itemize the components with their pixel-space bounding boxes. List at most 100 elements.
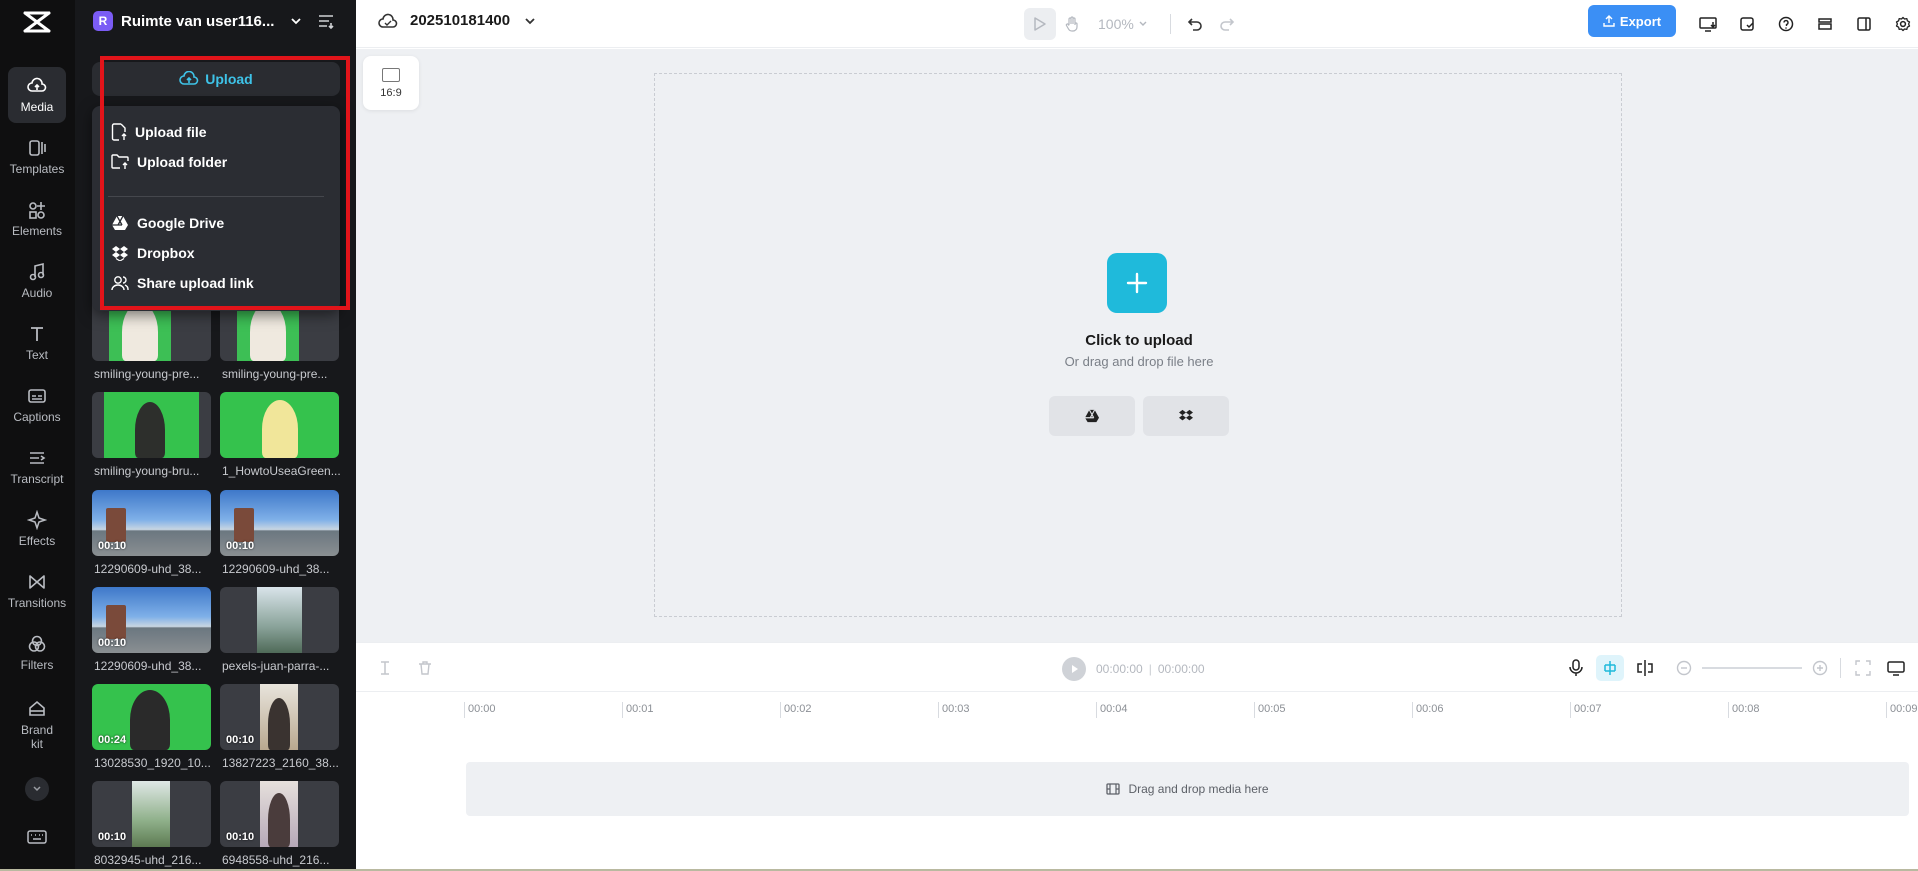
media-thumbnail (220, 587, 339, 653)
canvas-stage[interactable]: Click to upload Or drag and drop file he… (654, 73, 1622, 617)
upload-button[interactable]: Upload (92, 62, 340, 96)
rail-item-media[interactable]: Media (8, 67, 66, 123)
rail-item-effects[interactable]: Effects (8, 501, 66, 557)
media-caption: 12290609-uhd_38... (94, 562, 202, 576)
brand-check-button[interactable] (1731, 8, 1763, 40)
split-view-icon (1857, 17, 1871, 31)
media-duration: 00:10 (226, 540, 255, 552)
fit-screen-icon[interactable] (1855, 660, 1871, 676)
capcut-logo[interactable] (22, 10, 52, 34)
media-drop-track[interactable]: Drag and drop media here (466, 762, 1909, 816)
templates-icon (29, 140, 46, 156)
media-thumbnail: 00:10 (92, 781, 211, 847)
filters-icon (28, 635, 46, 652)
rail-item-captions[interactable]: Captions (8, 377, 66, 433)
rail-item-audio[interactable]: Audio (8, 253, 66, 309)
split-tool-icon[interactable] (378, 660, 392, 676)
present-button[interactable] (1692, 8, 1724, 40)
ruler-tick: 00:01 (622, 702, 654, 718)
ruler-tick: 00:03 (938, 702, 970, 718)
left-rail: Media Templates Elements Audio Text Capt… (0, 0, 75, 871)
project-title-menu[interactable]: 202510181400 (378, 12, 548, 29)
media-duration: 00:10 (226, 734, 255, 746)
zoom-in-icon[interactable] (1812, 660, 1828, 676)
project-name: 202510181400 (410, 12, 511, 29)
aspect-ratio-button[interactable]: 16:9 (363, 56, 419, 110)
cloud-upload-icon (179, 71, 199, 85)
rail-more-button[interactable] (25, 777, 49, 801)
timeline-toolbar: 00:00:00 | 00:00:00 (356, 642, 1918, 692)
workspace-name: Ruimte van user116... (121, 12, 275, 30)
rail-item-transitions[interactable]: Transitions (8, 563, 66, 619)
time-separator: | (1148, 662, 1152, 676)
microphone-icon[interactable] (1568, 659, 1584, 677)
ruler-tick: 00:06 (1412, 702, 1444, 718)
keyboard-shortcuts-button[interactable] (27, 829, 47, 850)
layers-button[interactable] (1809, 8, 1841, 40)
media-thumbnail: 00:24 (92, 684, 211, 750)
rail-item-elements[interactable]: Elements (8, 191, 66, 247)
menu-item-upload-folder[interactable]: Upload folder (92, 147, 340, 177)
workspace-switcher[interactable]: R Ruimte van user116... (93, 9, 302, 33)
media-thumbnail (92, 392, 211, 458)
panel-options-icon[interactable] (317, 12, 335, 30)
ruler-tick: 00:09 (1886, 702, 1918, 718)
export-button[interactable]: Export (1588, 5, 1676, 37)
hand-icon (1065, 16, 1078, 32)
transitions-icon (29, 575, 45, 589)
media-thumbnail: 00:10 (220, 781, 339, 847)
menu-item-share-upload-link[interactable]: Share upload link (92, 268, 340, 298)
google-drive-button[interactable] (1049, 396, 1135, 436)
help-icon (1778, 16, 1794, 32)
toolbar-divider (1169, 14, 1171, 34)
cloud-sync-icon (378, 13, 398, 28)
transcript-icon (30, 452, 46, 464)
menu-item-upload-file[interactable]: Upload file (92, 117, 340, 147)
rail-item-filters[interactable]: Filters (8, 625, 66, 681)
current-time: 00:00:00 (1096, 662, 1143, 676)
rail-item-transcript[interactable]: Transcript (8, 439, 66, 495)
media-duration: 00:10 (98, 637, 127, 649)
media-caption: smiling-young-pre... (222, 367, 328, 381)
menu-item-dropbox[interactable]: Dropbox (92, 238, 340, 268)
canvas-tools: 100% (1024, 8, 1243, 40)
zoom-out-icon[interactable] (1676, 660, 1692, 676)
zoom-select[interactable]: 100% (1098, 16, 1148, 32)
timeline-ruler: 00:00 00:01 00:02 00:03 00:04 00:05 00:0… (356, 692, 1918, 722)
shield-check-icon (1740, 17, 1754, 31)
media-panel: R Ruimte van user116... Upload Upload fi… (75, 0, 356, 871)
media-caption: 13028530_1920_10... (94, 756, 211, 770)
rail-item-text[interactable]: Text (8, 315, 66, 371)
select-tool-button[interactable] (1024, 8, 1056, 40)
timeline-settings-icon[interactable] (1887, 660, 1905, 676)
total-time: 00:00:00 (1157, 662, 1205, 676)
timeline-zoom-slider[interactable] (1702, 667, 1802, 669)
media-caption: 8032945-uhd_216... (94, 853, 202, 867)
canvas-workspace: 16:9 Click to upload Or drag and drop fi… (356, 49, 1918, 642)
add-media-button[interactable] (1107, 253, 1167, 313)
layout-button[interactable] (1848, 8, 1880, 40)
toolbar-divider (1840, 658, 1841, 678)
trash-icon[interactable] (418, 660, 432, 676)
dropbox-button[interactable] (1143, 396, 1229, 436)
settings-button[interactable] (1887, 8, 1918, 40)
top-bar: 202510181400 100% Export (356, 0, 1918, 48)
redo-button[interactable] (1211, 8, 1243, 40)
magnet-snap-toggle[interactable] (1596, 655, 1624, 681)
undo-button[interactable] (1179, 8, 1211, 40)
media-duration: 00:10 (226, 831, 255, 843)
play-button[interactable] (1062, 657, 1086, 681)
timeline-tracks: Drag and drop media here (356, 722, 1918, 871)
help-button[interactable] (1770, 8, 1802, 40)
hand-tool-button[interactable] (1056, 8, 1088, 40)
media-duration: 00:10 (98, 831, 127, 843)
plus-icon (1126, 272, 1148, 294)
dropbox-icon (112, 246, 128, 261)
chevron-down-icon (291, 18, 302, 25)
rail-item-brand-kit[interactable]: Brand kit (8, 692, 66, 758)
chevron-down-icon (33, 786, 41, 792)
split-link-icon[interactable] (1636, 659, 1654, 677)
media-caption: 6948558-uhd_216... (222, 853, 330, 867)
rail-item-templates[interactable]: Templates (8, 129, 66, 185)
menu-item-google-drive[interactable]: Google Drive (92, 208, 340, 238)
